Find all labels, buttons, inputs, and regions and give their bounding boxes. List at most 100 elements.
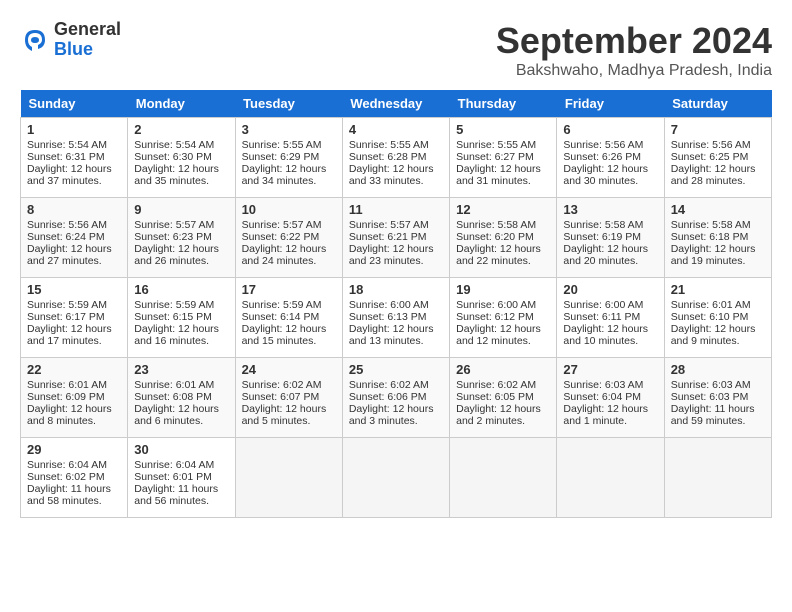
daylight-text: Daylight: 11 hours and 56 minutes. bbox=[134, 483, 218, 507]
table-row bbox=[664, 438, 771, 518]
table-row: 15Sunrise: 5:59 AMSunset: 6:17 PMDayligh… bbox=[21, 278, 128, 358]
col-tuesday: Tuesday bbox=[235, 90, 342, 118]
daylight-text: Daylight: 12 hours and 35 minutes. bbox=[134, 163, 219, 187]
calendar-row: 1Sunrise: 5:54 AMSunset: 6:31 PMDaylight… bbox=[21, 118, 772, 198]
day-number: 17 bbox=[242, 282, 336, 297]
day-number: 25 bbox=[349, 362, 443, 377]
calendar-row: 8Sunrise: 5:56 AMSunset: 6:24 PMDaylight… bbox=[21, 198, 772, 278]
sunset-text: Sunset: 6:23 PM bbox=[134, 231, 212, 243]
day-number: 15 bbox=[27, 282, 121, 297]
sunrise-text: Sunrise: 6:01 AM bbox=[27, 379, 107, 391]
daylight-text: Daylight: 12 hours and 17 minutes. bbox=[27, 323, 112, 347]
sunrise-text: Sunrise: 6:00 AM bbox=[563, 299, 643, 311]
sunset-text: Sunset: 6:27 PM bbox=[456, 151, 534, 163]
table-row: 20Sunrise: 6:00 AMSunset: 6:11 PMDayligh… bbox=[557, 278, 664, 358]
daylight-text: Daylight: 12 hours and 15 minutes. bbox=[242, 323, 327, 347]
table-row bbox=[450, 438, 557, 518]
table-row: 23Sunrise: 6:01 AMSunset: 6:08 PMDayligh… bbox=[128, 358, 235, 438]
sunrise-text: Sunrise: 6:04 AM bbox=[134, 459, 214, 471]
sunset-text: Sunset: 6:07 PM bbox=[242, 391, 320, 403]
daylight-text: Daylight: 12 hours and 37 minutes. bbox=[27, 163, 112, 187]
day-number: 21 bbox=[671, 282, 765, 297]
header-row: Sunday Monday Tuesday Wednesday Thursday… bbox=[21, 90, 772, 118]
daylight-text: Daylight: 12 hours and 20 minutes. bbox=[563, 243, 648, 267]
table-row bbox=[235, 438, 342, 518]
day-number: 22 bbox=[27, 362, 121, 377]
sunrise-text: Sunrise: 5:57 AM bbox=[134, 219, 214, 231]
sunset-text: Sunset: 6:20 PM bbox=[456, 231, 534, 243]
sunrise-text: Sunrise: 5:57 AM bbox=[242, 219, 322, 231]
day-number: 9 bbox=[134, 202, 228, 217]
table-row: 28Sunrise: 6:03 AMSunset: 6:03 PMDayligh… bbox=[664, 358, 771, 438]
sunrise-text: Sunrise: 5:55 AM bbox=[349, 139, 429, 151]
table-row: 30Sunrise: 6:04 AMSunset: 6:01 PMDayligh… bbox=[128, 438, 235, 518]
sunset-text: Sunset: 6:15 PM bbox=[134, 311, 212, 323]
daylight-text: Daylight: 12 hours and 1 minute. bbox=[563, 403, 648, 427]
daylight-text: Daylight: 11 hours and 59 minutes. bbox=[671, 403, 755, 427]
table-row: 16 Sunrise: 5:59 AMSunset: 6:15 PMDayligh… bbox=[128, 278, 235, 358]
col-thursday: Thursday bbox=[450, 90, 557, 118]
calendar-row: 22Sunrise: 6:01 AMSunset: 6:09 PMDayligh… bbox=[21, 358, 772, 438]
title-section: September 2024 Bakshwaho, Madhya Pradesh… bbox=[496, 20, 772, 80]
sunrise-text: Sunrise: 5:56 AM bbox=[27, 219, 107, 231]
daylight-text: Daylight: 12 hours and 10 minutes. bbox=[563, 323, 648, 347]
table-row: 14Sunrise: 5:58 AMSunset: 6:18 PMDayligh… bbox=[664, 198, 771, 278]
day-number: 6 bbox=[563, 122, 657, 137]
calendar-table: Sunday Monday Tuesday Wednesday Thursday… bbox=[20, 90, 772, 518]
daylight-text: Daylight: 12 hours and 28 minutes. bbox=[671, 163, 756, 187]
col-friday: Friday bbox=[557, 90, 664, 118]
table-row: 11Sunrise: 5:57 AMSunset: 6:21 PMDayligh… bbox=[342, 198, 449, 278]
table-row bbox=[557, 438, 664, 518]
daylight-text: Daylight: 12 hours and 30 minutes. bbox=[563, 163, 648, 187]
calendar-row: 15Sunrise: 5:59 AMSunset: 6:17 PMDayligh… bbox=[21, 278, 772, 358]
daylight-text: Daylight: 12 hours and 31 minutes. bbox=[456, 163, 541, 187]
table-row: 12Sunrise: 5:58 AMSunset: 6:20 PMDayligh… bbox=[450, 198, 557, 278]
daylight-text: Daylight: 12 hours and 16 minutes. bbox=[134, 323, 219, 347]
sunset-text: Sunset: 6:02 PM bbox=[27, 471, 105, 483]
sunrise-text: Sunrise: 5:59 AM bbox=[134, 299, 214, 311]
daylight-text: Daylight: 12 hours and 23 minutes. bbox=[349, 243, 434, 267]
sunset-text: Sunset: 6:10 PM bbox=[671, 311, 749, 323]
sunrise-text: Sunrise: 6:02 AM bbox=[349, 379, 429, 391]
sunrise-text: Sunrise: 6:03 AM bbox=[671, 379, 751, 391]
table-row: 26Sunrise: 6:02 AMSunset: 6:05 PMDayligh… bbox=[450, 358, 557, 438]
logo: General Blue bbox=[20, 20, 121, 60]
daylight-text: Daylight: 12 hours and 12 minutes. bbox=[456, 323, 541, 347]
daylight-text: Daylight: 12 hours and 6 minutes. bbox=[134, 403, 219, 427]
page-header: General Blue September 2024 Bakshwaho, M… bbox=[20, 20, 772, 80]
sunrise-text: Sunrise: 5:58 AM bbox=[563, 219, 643, 231]
table-row: 27Sunrise: 6:03 AMSunset: 6:04 PMDayligh… bbox=[557, 358, 664, 438]
table-row: 2Sunrise: 5:54 AMSunset: 6:30 PMDaylight… bbox=[128, 118, 235, 198]
sunrise-text: Sunrise: 6:04 AM bbox=[27, 459, 107, 471]
sunrise-text: Sunrise: 6:02 AM bbox=[242, 379, 322, 391]
day-number: 30 bbox=[134, 442, 228, 457]
daylight-text: Daylight: 12 hours and 8 minutes. bbox=[27, 403, 112, 427]
sunset-text: Sunset: 6:28 PM bbox=[349, 151, 427, 163]
sunrise-text: Sunrise: 6:02 AM bbox=[456, 379, 536, 391]
sunrise-text: Sunrise: 6:00 AM bbox=[349, 299, 429, 311]
sunset-text: Sunset: 6:31 PM bbox=[27, 151, 105, 163]
sunset-text: Sunset: 6:26 PM bbox=[563, 151, 641, 163]
sunset-text: Sunset: 6:03 PM bbox=[671, 391, 749, 403]
col-monday: Monday bbox=[128, 90, 235, 118]
sunrise-text: Sunrise: 5:59 AM bbox=[242, 299, 322, 311]
table-row: 9Sunrise: 5:57 AMSunset: 6:23 PMDaylight… bbox=[128, 198, 235, 278]
sunset-text: Sunset: 6:11 PM bbox=[563, 311, 640, 323]
daylight-text: Daylight: 12 hours and 5 minutes. bbox=[242, 403, 327, 427]
day-number: 3 bbox=[242, 122, 336, 137]
day-number: 10 bbox=[242, 202, 336, 217]
sunset-text: Sunset: 6:29 PM bbox=[242, 151, 320, 163]
sunrise-text: Sunrise: 5:55 AM bbox=[242, 139, 322, 151]
sunrise-text: Sunrise: 5:54 AM bbox=[27, 139, 107, 151]
daylight-text: Daylight: 11 hours and 58 minutes. bbox=[27, 483, 111, 507]
month-title: September 2024 bbox=[496, 20, 772, 62]
col-saturday: Saturday bbox=[664, 90, 771, 118]
table-row: 4Sunrise: 5:55 AMSunset: 6:28 PMDaylight… bbox=[342, 118, 449, 198]
day-number: 4 bbox=[349, 122, 443, 137]
daylight-text: Daylight: 12 hours and 27 minutes. bbox=[27, 243, 112, 267]
day-number: 26 bbox=[456, 362, 550, 377]
day-number: 16 bbox=[134, 282, 228, 297]
day-number: 1 bbox=[27, 122, 121, 137]
sunset-text: Sunset: 6:12 PM bbox=[456, 311, 534, 323]
location-title: Bakshwaho, Madhya Pradesh, India bbox=[496, 62, 772, 80]
